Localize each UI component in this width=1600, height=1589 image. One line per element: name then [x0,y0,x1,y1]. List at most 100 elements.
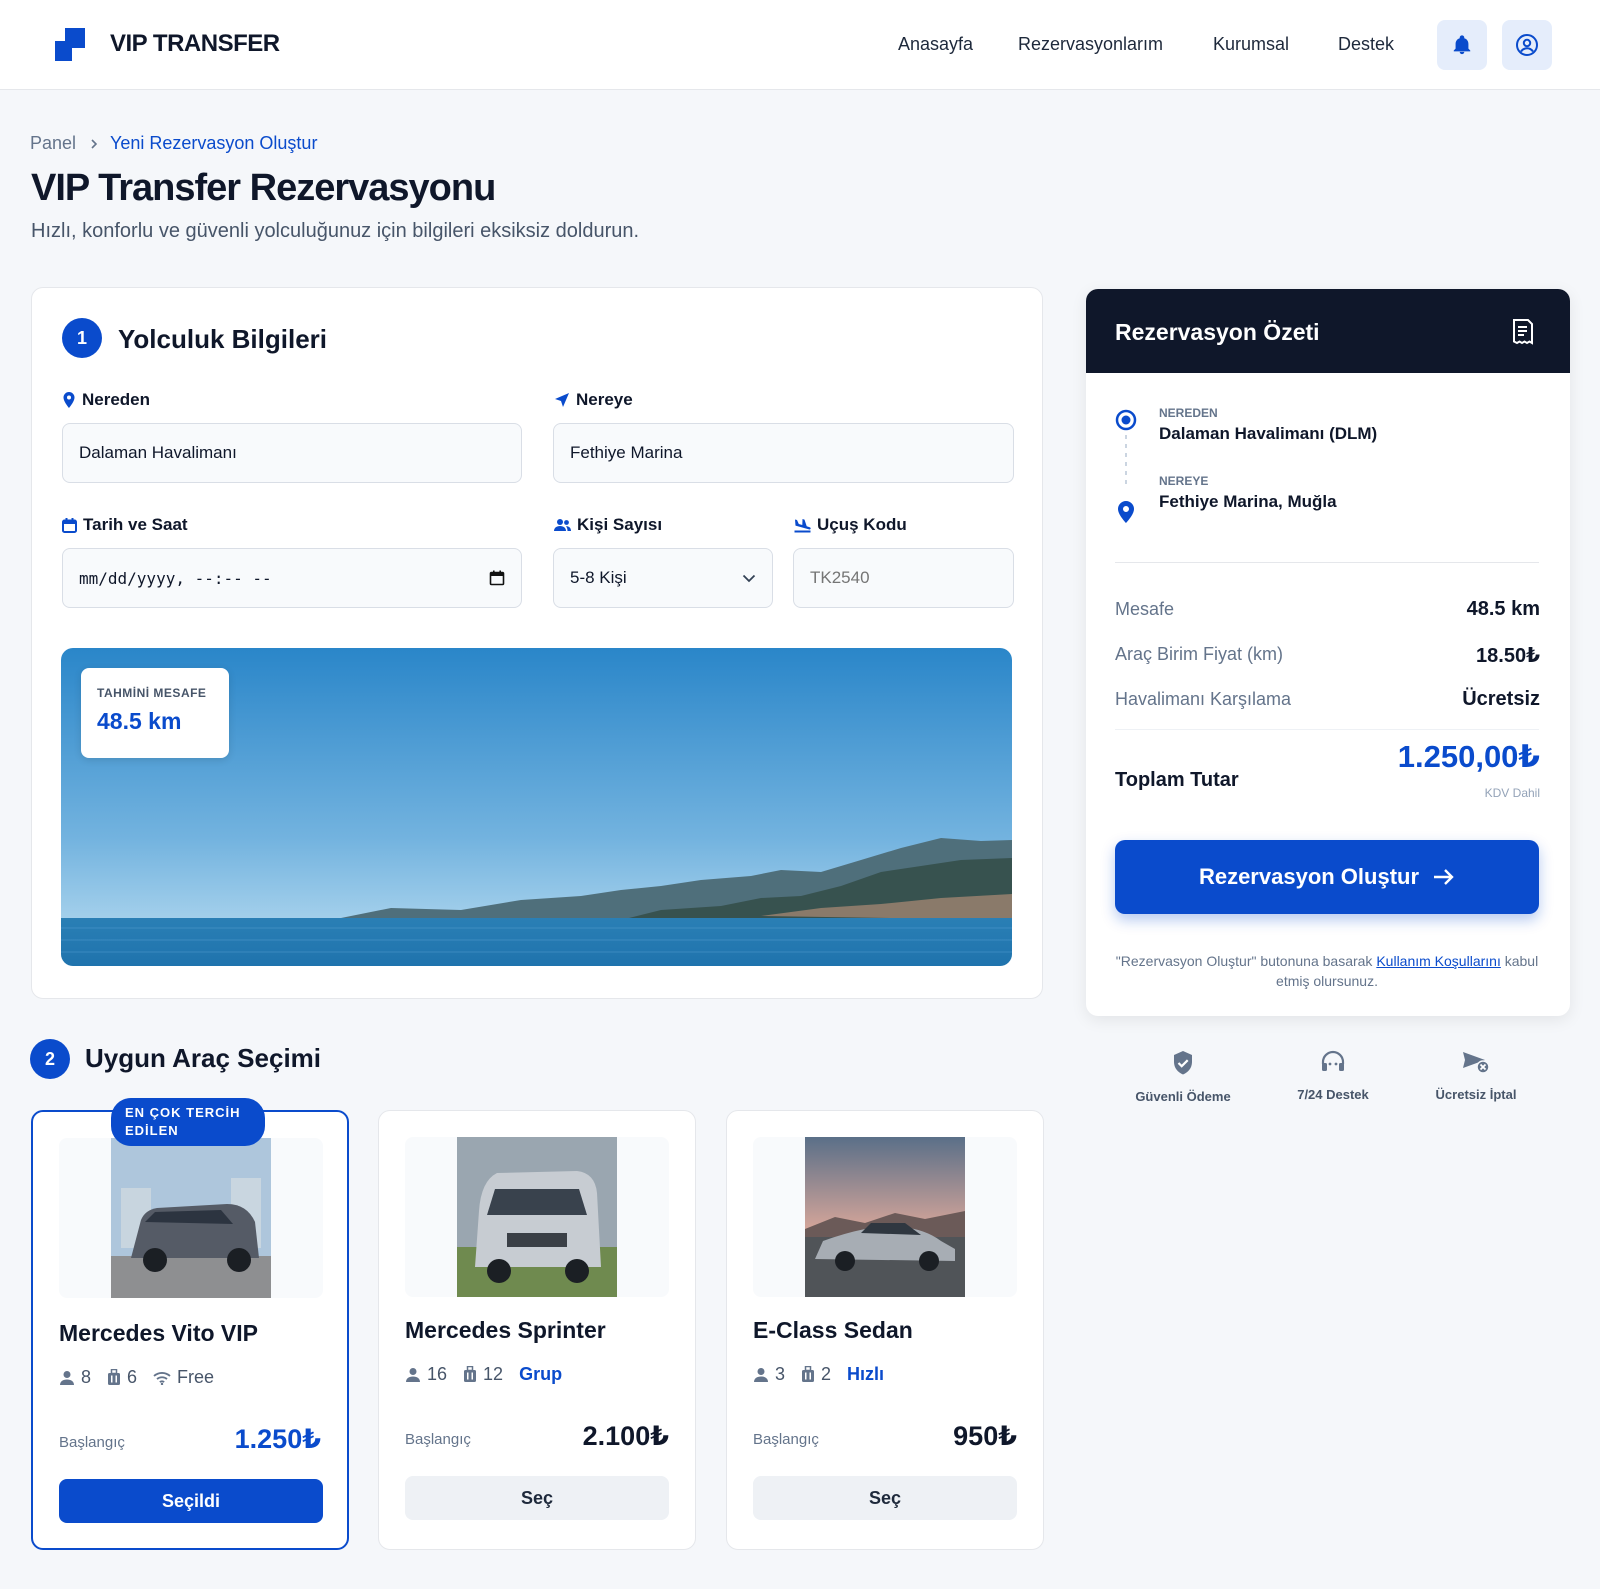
select-vehicle-button[interactable]: Seç [753,1476,1017,1520]
estimated-distance-label: TAHMİNİ MESAFE [97,686,207,700]
vehicle-extra: Hızlı [847,1364,885,1384]
route-hero-image: TAHMİNİ MESAFE 48.5 km [61,648,1012,966]
nav-link-support[interactable]: Destek [1338,34,1394,55]
from-input[interactable]: Dalaman Havalimanı [62,423,522,483]
breadcrumb-current: Yeni Rezervasyon Oluştur [110,133,318,153]
seats-count: 16 [427,1364,448,1384]
route-start-icon [1115,409,1137,431]
start-price-label: Başlangıç [405,1431,471,1448]
airport-welcome-row-value: Ücretsiz [1462,688,1540,710]
most-preferred-ribbon: EN ÇOK TERCİH EDİLEN [111,1098,265,1146]
trust-label: 7/24 Destek [1297,1087,1369,1102]
terms-prefix: "Rezervasyon Oluştur" butonuna basarak [1115,953,1373,969]
vehicle-extra: Free [177,1367,215,1387]
summary-to-value: Fethiye Marina, Muğla [1159,492,1337,511]
vehicle-features: 16 12 Grup [405,1364,562,1385]
flight-label: Uçuş Kodu [794,515,907,535]
pax-label-text: Kişi Sayısı [577,515,663,534]
datetime-value: mm/dd/yyyy, --:-- -- [79,568,272,588]
vehicle-price: 1.250₺ [234,1424,321,1454]
brand-name[interactable]: VIP TRANSFER [110,30,280,58]
van-image [457,1137,617,1297]
trust-badge-free-cancel: Ücretsiz İptal [1411,1050,1541,1102]
trust-label: Güvenli Ödeme [1135,1089,1231,1104]
unit-price-row-label: Araç Birim Fiyat (km) [1115,644,1283,664]
calendar-picker-icon[interactable] [489,570,505,586]
step-badge-2: 2 [30,1039,70,1079]
seats-count: 3 [775,1364,786,1384]
vehicle-price: 950₺ [953,1421,1017,1451]
nav-link-home[interactable]: Anasayfa [898,34,973,55]
headset-icon [1321,1050,1345,1071]
start-price-label: Başlangıç [753,1431,819,1448]
brand-logo-icon [55,28,85,61]
seats-count: 8 [81,1367,92,1387]
vehicle-extra: Grup [519,1364,563,1384]
luggage-icon [108,1369,121,1385]
profile-button[interactable] [1502,20,1552,70]
summary-from-value: Dalaman Havalimanı (DLM) [1159,424,1378,443]
step-badge-1: 1 [62,318,102,358]
reservation-summary-card: Rezervasyon Özeti NEREDEN Dalaman Havali… [1086,289,1570,1016]
receipt-icon [1513,319,1533,345]
luggage-icon [802,1366,815,1382]
to-label-text: Nereye [576,390,633,409]
create-reservation-button[interactable]: Rezervasyon Oluştur [1115,840,1539,914]
person-icon [406,1367,420,1382]
trip-section-title: Yolculuk Bilgileri [118,324,328,354]
estimated-distance-value: 48.5 km [97,708,182,734]
divider [1115,729,1539,730]
breadcrumb-root[interactable]: Panel [30,133,76,154]
navigation-arrow-icon [555,393,569,407]
van-image [111,1138,271,1298]
distance-row-value: 48.5 km [1466,598,1540,620]
to-input[interactable]: Fethiye Marina [553,423,1014,483]
flight-code-input[interactable] [793,548,1014,608]
pax-select[interactable]: 5-8 Kişi [553,548,773,608]
page-title: VIP Transfer Rezervasyonu [31,167,496,209]
vehicle-card-sprinter[interactable]: Mercedes Sprinter 16 12 Grup Başlangıç 2… [378,1110,696,1550]
top-navbar: VIP TRANSFER Anasayfa Rezervasyonlarım K… [0,0,1600,90]
vehicle-features: 8 6 Free [59,1367,214,1388]
page-subtitle: Hızlı, konforlu ve güvenli yolculuğunuz … [31,220,640,242]
vehicle-section-title: Uygun Araç Seçimi [85,1043,322,1073]
vehicle-card-eclass[interactable]: E-Class Sedan 3 2 Hızlı Başlangıç 950₺ S… [726,1110,1044,1550]
chevron-down-icon [742,574,756,582]
vehicle-card-vito[interactable]: EN ÇOK TERCİH EDİLEN Mercedes Vito VIP 8… [31,1098,349,1550]
to-label: Nereye [554,390,633,410]
trust-badge-secure-payment: Güvenli Ödeme [1118,1050,1248,1104]
route-connector-line [1125,435,1127,485]
terms-notice: "Rezervasyon Oluştur" butonuna basarak K… [1115,951,1539,991]
datetime-input[interactable]: mm/dd/yyyy, --:-- -- [62,548,522,608]
pax-select-value: 5-8 Kişi [570,568,627,587]
unit-price-row-value: 18.50₺ [1476,645,1540,667]
chevron-right-icon [91,139,98,149]
sedan-image [805,1137,965,1297]
terms-link[interactable]: Kullanım Koşullarını [1376,953,1501,969]
nav-link-corporate[interactable]: Kurumsal [1213,34,1289,55]
summary-to-label: NEREYE [1159,474,1209,488]
vehicle-name: Mercedes Vito VIP [59,1320,258,1346]
calendar-icon [62,517,77,533]
luggage-icon [464,1366,477,1382]
divider [1115,562,1539,563]
select-vehicle-button[interactable]: Seçildi [59,1479,323,1523]
shield-check-icon [1174,1051,1192,1075]
tax-note: KDV Dahil [1484,786,1540,800]
bags-count: 6 [127,1367,138,1387]
trust-badge-support: 7/24 Destek [1268,1050,1398,1102]
date-label-text: Tarih ve Saat [83,515,188,534]
summary-title: Rezervasyon Özeti [1115,319,1320,345]
nav-link-reservations[interactable]: Rezervasyonlarım [1018,34,1163,55]
summary-header: Rezervasyon Özeti [1086,289,1570,373]
total-label: Toplam Tutar [1115,769,1239,791]
wifi-icon [153,1371,171,1385]
notifications-button[interactable] [1437,20,1487,70]
pax-label: Kişi Sayısı [554,515,662,535]
trust-label: Ücretsiz İptal [1435,1087,1517,1102]
arrow-right-icon [1434,869,1454,885]
send-cancel-icon [1463,1052,1490,1074]
select-vehicle-button[interactable]: Seç [405,1476,669,1520]
total-value: 1.250,00₺ [1397,739,1540,774]
distance-row-label: Mesafe [1115,599,1175,619]
